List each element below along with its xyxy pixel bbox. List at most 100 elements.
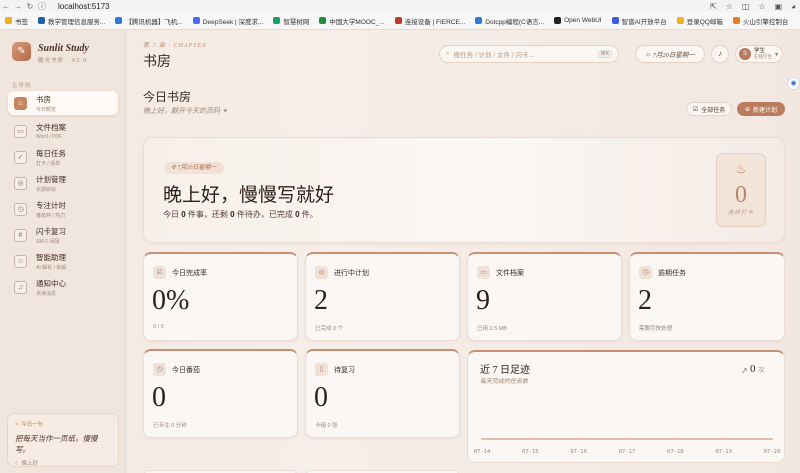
flame-icon: ♨ [735, 162, 747, 176]
search-input[interactable]: ⌕ 搜任务 / 计划 / 文件 / 闪卡... ⌘K [439, 45, 619, 63]
trend-card: 近 7 日足迹 每天完成的任务数 ↗ 0 次 07-14 07-15 07-16 07… [467, 350, 785, 463]
stat-card[interactable]: ☑ 今日完成率 0% 0 / 0 [143, 252, 298, 341]
edge-copilot-icon[interactable]: ◉ [787, 77, 800, 90]
bookmark-label: Open WebUI [564, 17, 602, 24]
section-subtitle: 晚上好，翻开今天的页码 ✦ [143, 107, 228, 115]
x-tick-label: 07-15 [522, 449, 539, 455]
sidebar-item-label: 智能助理 [36, 252, 66, 262]
sidebar-item-label: 每日任务 [36, 148, 66, 158]
quote-text: 把每天当作一页纸，慢慢写。 [15, 434, 98, 454]
bookmark-label: 智慧树网 [283, 18, 310, 26]
sidebar-item[interactable]: # 闪卡复习 SM-2 间隔 [8, 223, 118, 247]
quote-card: ✧ 今日一句 把每天当作一页纸，慢慢写。 ☾ 晚上好 [7, 413, 119, 467]
stat-label: 文件档案 [496, 270, 524, 277]
user-menu[interactable]: S 学生 在线学生 ▾ [735, 45, 783, 63]
summary-prefix: 今日 [163, 210, 179, 219]
stat-card[interactable]: ◷ 今日番茄 0 已专注 0 分钟 [143, 349, 298, 438]
stat-card[interactable]: ▯ 待复习 0 卡组 0 张 [305, 349, 460, 438]
bookmark-item[interactable]: 连接设备 | FIERCE... [390, 16, 471, 26]
bookmark-item[interactable]: Open WebUI [549, 17, 606, 24]
hash-icon: # [14, 228, 27, 242]
stat-value: 0 [152, 382, 166, 413]
sidebar-item[interactable]: ▭ 文件档案 Word / PDF [8, 119, 118, 143]
bookmark-icon [475, 17, 483, 24]
bookmark-icon [611, 17, 619, 24]
data-point [481, 438, 483, 440]
app-root: ✎ Sunlit Study 暖光书房 · V1.0 主导航 ⌂ 书房 今日概览 ▭ 文… [0, 30, 800, 473]
sidebar-item[interactable]: ☺ 智能助理 AI 解析 / 拆解 [8, 249, 118, 273]
stat-value: 0 [314, 382, 328, 413]
stat-value: 2 [638, 285, 652, 316]
bookmark-item[interactable]: 教学管理信息服务... [33, 16, 110, 26]
bookmark-item[interactable]: DeepSeek | 深度求... [188, 16, 269, 26]
quote-head-text: 今日一句 [21, 422, 44, 428]
sidebar-item-label: 闪卡复习 [36, 226, 66, 236]
sidebar-item[interactable]: ♫ 通知中心 未读消息 [8, 275, 118, 299]
bookmark-icon [38, 17, 45, 24]
new-plan-button[interactable]: ⊕ 新建计划 [737, 102, 785, 116]
x-tick-label: 07-17 [619, 449, 636, 455]
bell-icon: ♫ [14, 280, 27, 294]
sidebar-item[interactable]: ◎ 计划管理 长期目标 [8, 171, 118, 195]
card-icon: ▯ [315, 363, 328, 376]
sidebar-item-sub: AI 解析 / 拆解 [36, 264, 67, 271]
date-pill: ☼ 7月20日星期一 [635, 45, 705, 63]
bookmark-label: 连接设备 | FIERCE... [404, 18, 466, 26]
bookmark-item[interactable]: 智慧树网 [268, 16, 314, 26]
profile-icon[interactable]: ◕ [791, 2, 796, 11]
browser-address-bar: ← → ↻ ⓘ localhost:5173 ⇱ ☆ ◫ ☆ ▣ ◕ [0, 0, 800, 12]
bookmark-icon [115, 17, 123, 24]
all-tasks-label: 全部任务 [701, 107, 726, 114]
bookmark-item[interactable]: 书签 [0, 16, 33, 26]
sidebar-item-sub: 打卡 / 清单 [36, 160, 61, 167]
shortcut-badge: ⌘K [597, 50, 612, 58]
x-tick-label: 07-20 [764, 449, 781, 455]
streak-label: 连续打卡 [727, 210, 754, 216]
streak-card: ♨ 0 连续打卡 [716, 153, 766, 227]
stat-card[interactable]: ◎ 进行中计划 2 已完成 0 个 [305, 252, 460, 341]
extensions-icon[interactable]: ◫ [742, 2, 750, 11]
bookmark-item[interactable]: 登录QQ邮箱 [672, 16, 728, 26]
x-tick-label: 07-16 [570, 449, 587, 455]
bookmark-label: 智谱AI开放平台 [621, 18, 667, 26]
stat-card[interactable]: ◷ 逾期任务 2 需要尽快处理 [629, 252, 785, 341]
bookmark-label: 教学管理信息服务... [48, 18, 106, 26]
bookmark-item[interactable]: 火山引擎控制台 [728, 16, 794, 26]
stat-value: 9 [476, 285, 490, 316]
all-tasks-button[interactable]: ☑ 全部任务 [686, 102, 732, 116]
share-icon[interactable]: ⇱ [710, 2, 717, 11]
bookmark-item[interactable]: Dotcpp编程(C语言... [470, 16, 549, 26]
bookmark-item[interactable]: 中国大学MOOC_... [314, 16, 389, 26]
summary-count-done: 0 [295, 210, 300, 219]
section-title: 今日书房 [143, 90, 192, 104]
favorites-icon[interactable]: ☆ [758, 2, 765, 11]
sidebar-item-sub: 长期目标 [36, 186, 57, 193]
summary-mid2: 件待办，已完成 [236, 210, 293, 219]
greeting-card: ✣ 7月20日星期一 晚上好，慢慢写就好 今日 0 件事，还剩 0 件待办，已完… [143, 137, 785, 243]
collections-icon[interactable]: ▣ [775, 2, 783, 11]
stat-card[interactable]: ▭ 文件档案 9 已用 2.5 MB [467, 252, 622, 341]
bookmark-item[interactable]: 智谱AI开放平台 [607, 16, 672, 26]
data-point [722, 438, 725, 440]
bell-icon[interactable]: ♪ [711, 45, 729, 63]
bookmark-label: 书签 [15, 18, 28, 26]
bookmark-item[interactable]: 【腾讯机器】飞机... [110, 16, 187, 26]
chapter-label: 第 7 章 · CHAPTER [143, 43, 207, 49]
forward-icon[interactable]: → [12, 2, 24, 11]
sidebar-item-sub: Word / PDF [36, 134, 63, 140]
sidebar-item[interactable]: ◷ 专注计时 番茄钟 / 热力 [8, 197, 118, 221]
sidebar-item-sub: 番茄钟 / 热力 [36, 212, 66, 219]
stat-sub: 已专注 0 分钟 [153, 423, 187, 429]
bookmark-label: Dotcpp编程(C语言... [485, 18, 545, 26]
app-title: Sunlit Study [38, 43, 89, 54]
sidebar-item-label: 通知中心 [36, 278, 66, 288]
reload-icon[interactable]: ↻ [24, 2, 36, 11]
hero-greeting: 晚上好，慢慢写就好 [163, 185, 335, 206]
url-field[interactable]: localhost:5173 [58, 2, 110, 11]
star-icon[interactable]: ☆ [726, 2, 733, 11]
x-tick-label: 07-14 [474, 449, 491, 455]
back-icon[interactable]: ← [0, 2, 12, 11]
sidebar-item[interactable]: ✓ 每日任务 打卡 / 清单 [8, 145, 118, 169]
sidebar-item[interactable]: ⌂ 书房 今日概览 [8, 91, 118, 115]
bookmark-icon [5, 17, 12, 24]
